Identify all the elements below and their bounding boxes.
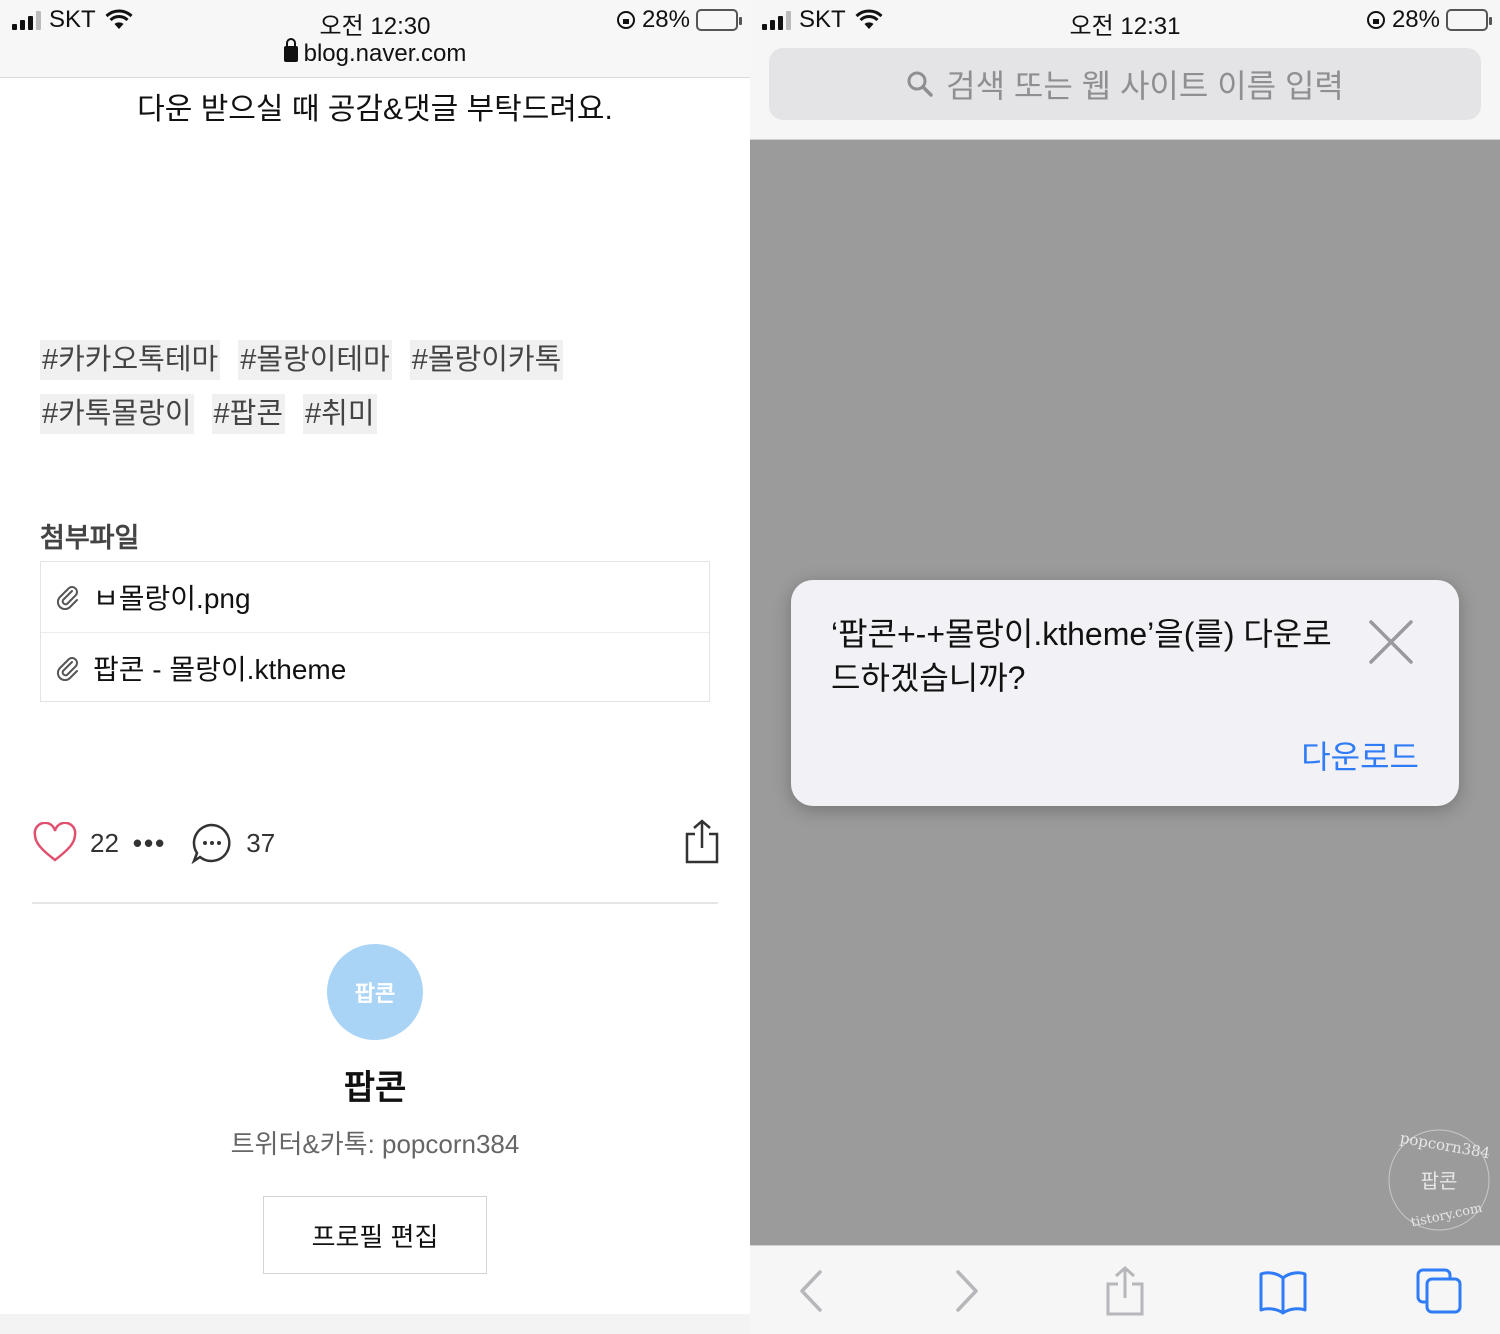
url-bar[interactable]: blog.naver.com: [0, 38, 750, 68]
status-bar: SKT 오전 12:31 28%: [750, 0, 1500, 40]
search-icon: [907, 71, 933, 97]
watermark-stamp: popcorn384 팝콘 tistory.com: [1388, 1129, 1492, 1231]
watermark-line2: 팝콘: [1421, 1169, 1458, 1193]
safari-toolbar: [750, 1245, 1500, 1334]
profile-description: 트위터&카톡: popcorn384: [230, 1129, 520, 1159]
attachments-list: ㅂ몰랑이.png 팝콘 - 몰랑이.ktheme: [40, 561, 710, 702]
more-options-icon[interactable]: •••: [133, 828, 166, 859]
share-icon[interactable]: [682, 818, 722, 864]
profile-name: 팝콘: [343, 1069, 407, 1107]
url-text: blog.naver.com: [303, 40, 467, 67]
post-actions: 22 ••• 37: [32, 818, 722, 868]
tabs-icon[interactable]: [1414, 1266, 1464, 1316]
search-placeholder: 검색 또는 웹 사이트 이름 입력: [946, 68, 1344, 104]
edit-profile-button[interactable]: 프로필 편집: [263, 1196, 487, 1274]
tag-item[interactable]: #카톡몰랑이: [40, 394, 194, 434]
tag-item[interactable]: #카카오톡테마: [40, 340, 221, 380]
back-icon[interactable]: [788, 1266, 838, 1316]
attachment-filename: 팝콘 - 몰랑이.ktheme: [93, 653, 347, 685]
section-divider: [32, 902, 718, 904]
rotation-lock-icon: [616, 11, 635, 29]
battery-icon: [1446, 9, 1492, 31]
download-button[interactable]: 다운로드: [1301, 732, 1419, 778]
browser-address-area: SKT 오전 12:30 28% blog.naver.com: [0, 0, 750, 78]
close-icon[interactable]: [1367, 618, 1415, 666]
comment-count: 37: [246, 827, 276, 858]
lock-icon: [283, 38, 298, 62]
attachments-title: 첨부파일: [40, 523, 140, 553]
status-bar: SKT 오전 12:30 28%: [0, 0, 750, 40]
attachment-item[interactable]: 팝콘 - 몰랑이.ktheme: [41, 632, 709, 702]
battery-icon: [696, 9, 742, 31]
attachment-item[interactable]: ㅂ몰랑이.png: [41, 562, 709, 632]
bookmarks-icon[interactable]: [1258, 1266, 1308, 1316]
search-input[interactable]: 검색 또는 웹 사이트 이름 입력: [769, 48, 1481, 120]
clip-icon: [56, 586, 78, 610]
battery-percent: 28%: [641, 6, 690, 33]
left-screenshot: SKT 오전 12:30 28% blog.naver.com 다운 받으실 때…: [0, 0, 750, 1334]
tag-item[interactable]: #몰랑이카톡: [409, 340, 564, 380]
tag-list: #카카오톡테마 #몰랑이테마 #몰랑이카톡 #카톡몰랑이 #팝콘 #취미: [40, 340, 720, 434]
watermark-line1: popcorn384: [1399, 1129, 1492, 1163]
browser-header: SKT 오전 12:31 28% 검색 또는 웹 사이트 이름 입력: [750, 0, 1500, 140]
rotation-lock-icon: [1366, 11, 1385, 29]
avatar[interactable]: 팝콘: [327, 944, 423, 1040]
comment-icon[interactable]: [190, 821, 234, 865]
battery-group: 28%: [616, 6, 742, 34]
battery-percent: 28%: [1391, 6, 1440, 33]
clip-icon: [56, 656, 78, 681]
right-screenshot: SKT 오전 12:31 28% 검색 또는 웹 사이트 이름 입력 ‘팝콘+-…: [750, 0, 1500, 1334]
post-intro-text: 다운 받으실 때 공감&댓글 부탁드려요.: [137, 93, 613, 126]
like-count: 22: [90, 827, 119, 858]
watermark-line3: tistory.com: [1410, 1201, 1484, 1231]
tag-item[interactable]: #몰랑이테마: [238, 340, 392, 380]
tag-item[interactable]: #팝콘: [211, 394, 286, 434]
download-dialog: ‘팝콘+-+몰랑이.ktheme’을(를) 다운로드하겠습니까? 다운로드: [791, 580, 1459, 806]
forward-icon[interactable]: [940, 1266, 990, 1316]
dialog-message: ‘팝콘+-+몰랑이.ktheme’을(를) 다운로드하겠습니까?: [831, 616, 1332, 696]
battery-group: 28%: [1366, 6, 1492, 34]
bottom-strip: [0, 1314, 750, 1334]
share-icon[interactable]: [1100, 1266, 1150, 1316]
tag-item[interactable]: #취미: [303, 394, 377, 434]
attachment-filename: ㅂ몰랑이.png: [93, 583, 251, 614]
heart-icon[interactable]: [32, 822, 78, 864]
